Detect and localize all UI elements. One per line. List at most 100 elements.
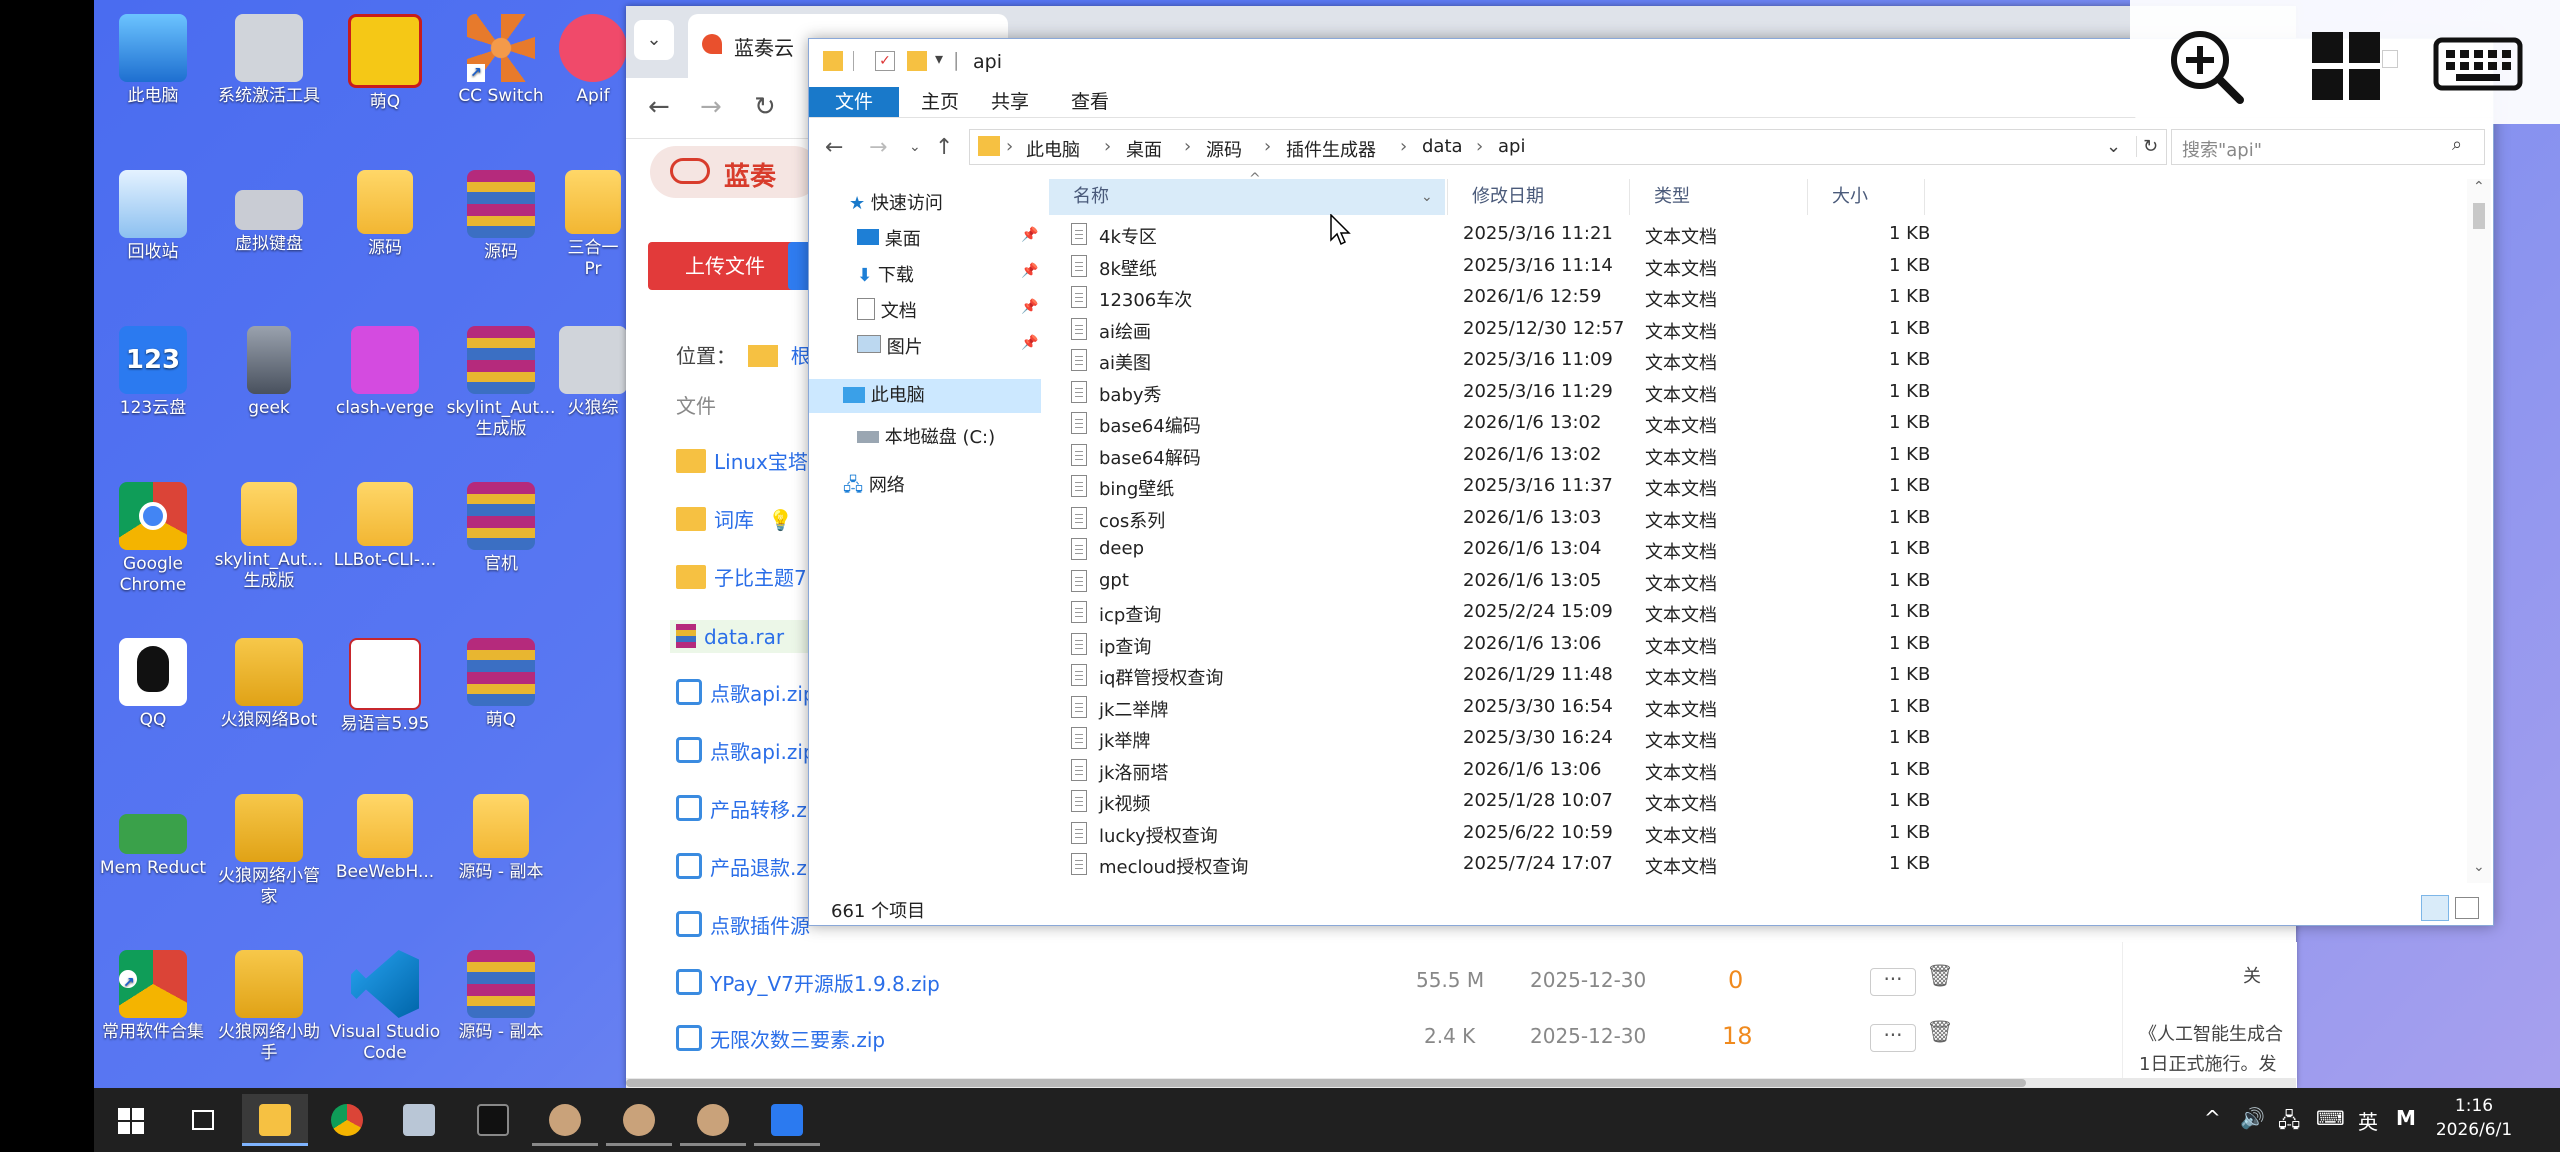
column-filter-icon[interactable]: ⌄ bbox=[1421, 179, 1433, 215]
file-row[interactable]: base64编码 2026/1/6 13:02 文本文档 1 KB bbox=[1049, 408, 1949, 440]
pin-icon[interactable]: 📌 bbox=[1021, 335, 1038, 351]
file-row[interactable]: baby秀 2025/3/16 11:29 文本文档 1 KB bbox=[1049, 377, 1949, 409]
properties-icon[interactable]: ✓ bbox=[875, 51, 895, 71]
file-row[interactable]: base64解码 2026/1/6 13:02 文本文档 1 KB bbox=[1049, 440, 1949, 472]
search-input[interactable]: 搜索"api" ⌕ bbox=[2171, 129, 2485, 165]
keyboard-icon[interactable]: ⌨ bbox=[2316, 1106, 2345, 1130]
column-header-size[interactable]: 大小 bbox=[1807, 179, 1925, 215]
pin-icon[interactable]: 📌 bbox=[1021, 263, 1038, 279]
desktop-icon-huolang-combo[interactable]: 火狼综 bbox=[558, 326, 628, 419]
file-row[interactable]: deep 2026/1/6 13:04 文本文档 1 KB bbox=[1049, 534, 1949, 566]
desktop-icon-mengq[interactable]: 萌Q bbox=[326, 14, 444, 113]
taskbar-file-explorer[interactable] bbox=[242, 1094, 308, 1146]
ribbon-tab-home[interactable]: 主页 bbox=[909, 87, 971, 117]
address-bar[interactable]: › 此电脑 › 桌面 › 源码 › 插件生成器 › data › api ⌄ ↻ bbox=[969, 129, 2167, 165]
file-row[interactable]: bing壁纸 2025/3/16 11:37 文本文档 1 KB bbox=[1049, 471, 1949, 503]
desktop-icon-mem-reduct[interactable]: Mem Reduct bbox=[94, 794, 212, 879]
nav-quick-access[interactable]: ★ 快速访问 bbox=[849, 189, 943, 215]
details-view-icon[interactable] bbox=[2421, 895, 2449, 921]
desktop-icon-beeweb-folder[interactable]: BeeWebH... bbox=[326, 794, 444, 883]
quick-access-toolbar-dropdown-icon[interactable]: ▾ bbox=[935, 49, 943, 68]
windows-start-button[interactable] bbox=[2306, 26, 2386, 106]
file-row[interactable]: iq群管授权查询 2026/1/29 11:48 文本文档 1 KB bbox=[1049, 660, 1949, 692]
breadcrumb-desktop[interactable]: 桌面 bbox=[1126, 136, 1162, 162]
file-row[interactable]: 词库 💡 bbox=[676, 504, 793, 533]
ribbon-tab-share[interactable]: 共享 bbox=[979, 87, 1041, 117]
nav-documents[interactable]: 文档 bbox=[857, 297, 917, 323]
scrollbar-thumb[interactable] bbox=[2473, 203, 2485, 229]
taskbar-app[interactable] bbox=[754, 1094, 820, 1146]
file-row[interactable]: Linux宝塔z bbox=[676, 446, 818, 475]
nav-this-pc[interactable]: 此电脑 bbox=[809, 379, 1041, 413]
desktop-icon-clash-verge[interactable]: clash-verge bbox=[326, 326, 444, 419]
file-row[interactable]: jk洛丽塔 2026/1/6 13:06 文本文档 1 KB bbox=[1049, 755, 1949, 787]
desktop-icon-123pan[interactable]: 123 123云盘 bbox=[94, 326, 212, 419]
file-row[interactable]: jk举牌 2025/3/30 16:24 文本文档 1 KB bbox=[1049, 723, 1949, 755]
taskbar-huolang-2[interactable] bbox=[606, 1094, 672, 1146]
desktop-icon-source-rar[interactable]: 源码 bbox=[442, 170, 560, 263]
keyboard-button[interactable] bbox=[2428, 26, 2528, 106]
desktop-icon-source-copy-folder[interactable]: 源码 - 副本 bbox=[442, 794, 560, 883]
nav-downloads[interactable]: ⬇ 下载 bbox=[857, 261, 914, 287]
desktop-icon-mengq-rar[interactable]: 萌Q bbox=[442, 638, 560, 731]
delete-icon[interactable]: 🗑 bbox=[1926, 964, 1954, 989]
refresh-icon[interactable]: ↻ bbox=[2136, 136, 2158, 157]
file-row[interactable]: jk视频 2025/1/28 10:07 文本文档 1 KB bbox=[1049, 786, 1949, 818]
file-row[interactable]: 点歌插件源 bbox=[676, 910, 810, 939]
new-folder-icon[interactable] bbox=[907, 51, 927, 71]
scroll-up-icon[interactable]: ⌃ bbox=[2473, 179, 2485, 195]
column-header-name[interactable]: 名称 ⌄ bbox=[1049, 179, 1445, 215]
column-header-type[interactable]: 类型 bbox=[1629, 179, 1805, 215]
desktop-icon-huolang-helper[interactable]: 火狼网络小助手 bbox=[210, 950, 328, 1064]
file-row[interactable]: 点歌api.zip bbox=[676, 678, 816, 707]
desktop-icon-geek[interactable]: geek bbox=[210, 326, 328, 419]
nav-local-disk[interactable]: 本地磁盘 (C:) bbox=[857, 423, 995, 449]
desktop-icon-apifox[interactable]: Apif bbox=[558, 14, 628, 107]
file-row-ypay[interactable]: YPay_V7开源版1.9.8.zip bbox=[676, 968, 940, 997]
taskbar-huolang-3[interactable] bbox=[680, 1094, 746, 1146]
file-row[interactable]: 4k专区 2025/3/16 11:21 文本文档 1 KB bbox=[1049, 219, 1949, 251]
file-row[interactable]: 12306车次 2026/1/6 12:59 文本文档 1 KB bbox=[1049, 282, 1949, 314]
file-row[interactable]: 8k壁纸 2025/3/16 11:14 文本文档 1 KB bbox=[1049, 251, 1949, 283]
input-language[interactable]: 英 bbox=[2358, 1106, 2378, 1135]
breadcrumb-api[interactable]: api bbox=[1498, 136, 1525, 157]
desktop-icon-skylint-folder[interactable]: skylint_Aut... 生成版 bbox=[210, 482, 328, 592]
file-row[interactable]: ai美图 2025/3/16 11:09 文本文档 1 KB bbox=[1049, 345, 1949, 377]
desktop-icon-source-copy-rar[interactable]: 源码 - 副本 bbox=[442, 950, 560, 1043]
desktop-icon-skylint-rar[interactable]: skylint_Aut... 生成版 bbox=[442, 326, 560, 440]
vertical-scrollbar[interactable]: ⌃ ⌄ bbox=[2467, 179, 2491, 883]
file-row[interactable]: icp查询 2025/2/24 15:09 文本文档 1 KB bbox=[1049, 597, 1949, 629]
recent-locations-icon[interactable]: ⌄ bbox=[909, 139, 921, 155]
desktop-icon-huolang-manager[interactable]: 火狼网络小管家 bbox=[210, 794, 328, 908]
desktop-icon-this-pc[interactable]: 此电脑 bbox=[94, 14, 212, 107]
horizontal-scrollbar[interactable] bbox=[626, 1078, 2296, 1088]
back-icon[interactable]: ← bbox=[648, 92, 670, 122]
delete-icon[interactable]: 🗑 bbox=[1926, 1020, 1954, 1045]
desktop-icon-recycle-bin[interactable]: 回收站 bbox=[94, 170, 212, 263]
column-header-modified[interactable]: 修改日期 bbox=[1447, 179, 1627, 215]
show-hidden-icons-icon[interactable]: ^ bbox=[2204, 1106, 2221, 1130]
nav-network[interactable]: 🖧 网络 bbox=[843, 471, 905, 503]
file-row[interactable]: 点歌api.zip bbox=[676, 736, 816, 765]
desktop-icon-yiyuyan[interactable]: 易语言5.95 bbox=[326, 638, 444, 735]
file-row[interactable]: jk二举牌 2025/3/30 16:54 文本文档 1 KB bbox=[1049, 692, 1949, 724]
file-row[interactable]: gpt 2026/1/6 13:05 文本文档 1 KB bbox=[1049, 566, 1949, 598]
system-clock[interactable]: 1:16 2026/6/1 bbox=[2414, 1094, 2534, 1142]
upload-file-button[interactable]: 上传文件 bbox=[648, 242, 802, 290]
ime-mode-indicator[interactable]: M bbox=[2396, 1106, 2416, 1130]
file-row[interactable]: ai绘画 2025/12/30 12:57 文本文档 1 KB bbox=[1049, 314, 1949, 346]
back-icon[interactable]: ← bbox=[825, 135, 843, 160]
file-row[interactable]: mecloud授权查询 2025/7/24 17:07 文本文档 1 KB bbox=[1049, 849, 1949, 881]
volume-icon[interactable]: 🔊 bbox=[2240, 1106, 2265, 1130]
breadcrumb-plugin-generator[interactable]: 插件生成器 bbox=[1286, 136, 1376, 162]
breadcrumb-data[interactable]: data bbox=[1422, 136, 1463, 157]
file-row[interactable]: 子比主题7. bbox=[676, 562, 813, 591]
taskbar-chrome[interactable] bbox=[314, 1094, 380, 1146]
file-row[interactable]: lucky授权查询 2025/6/22 10:59 文本文档 1 KB bbox=[1049, 818, 1949, 850]
desktop-icon-qq[interactable]: QQ bbox=[94, 638, 212, 731]
nav-pictures[interactable]: 图片 bbox=[857, 333, 923, 359]
file-row[interactable]: 产品退款.z bbox=[676, 852, 807, 881]
pin-icon[interactable]: 📌 bbox=[1021, 299, 1038, 315]
file-row[interactable]: ip查询 2026/1/6 13:06 文本文档 1 KB bbox=[1049, 629, 1949, 661]
more-button[interactable]: ··· bbox=[1870, 1024, 1916, 1052]
